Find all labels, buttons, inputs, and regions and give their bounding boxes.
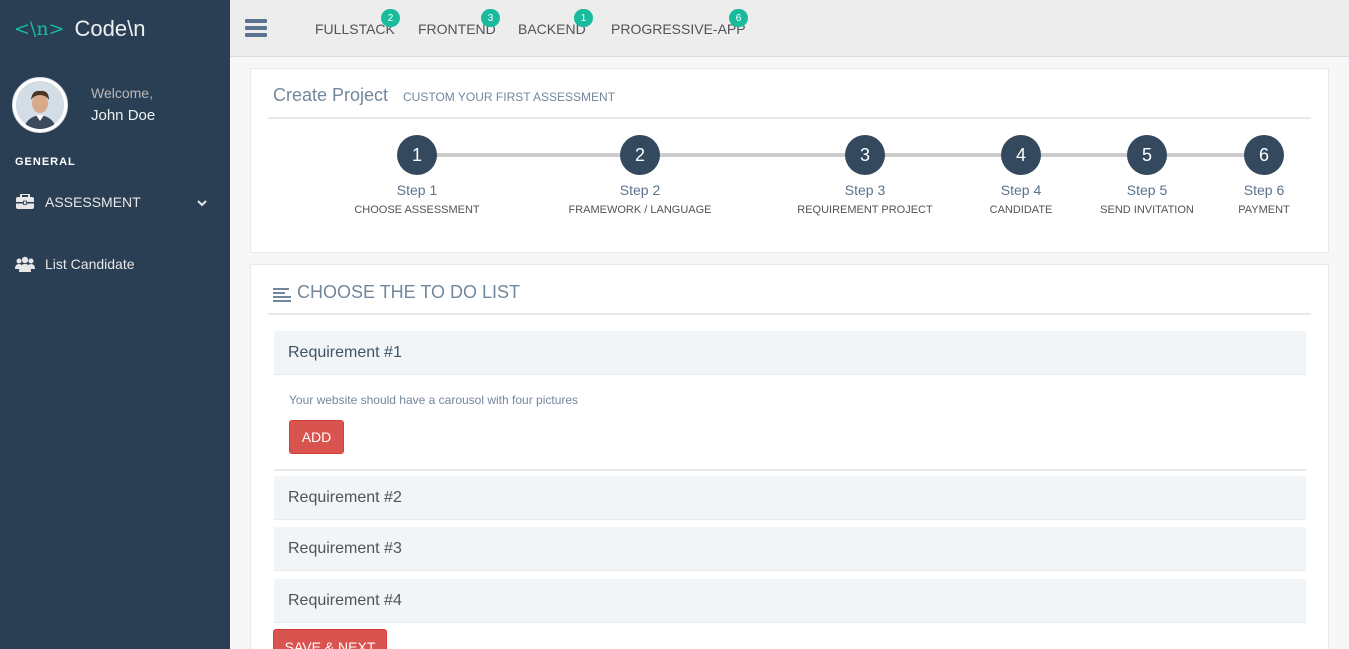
step-desc: FRAMEWORK / LANGUAGE — [568, 204, 712, 216]
requirement-title: Requirement #2 — [288, 488, 402, 506]
users-icon — [15, 256, 35, 272]
sidebar-item-label: ASSESSMENT — [45, 194, 141, 210]
step-label: Step 1 — [396, 182, 438, 198]
logo-text: Code\n — [74, 16, 146, 41]
menu-toggle-icon[interactable] — [245, 19, 267, 39]
divider — [268, 313, 1311, 315]
divider — [268, 117, 1311, 119]
logo-mark: <\n> — [14, 18, 65, 40]
requirement-title: Requirement #3 — [288, 539, 402, 557]
avatar-image — [16, 81, 64, 129]
tab-frontend[interactable]: FRONTEND 3 — [418, 9, 500, 37]
panel-subtitle: CUSTOM YOUR FIRST ASSESSMENT — [403, 90, 616, 104]
count-badge: 6 — [729, 9, 748, 27]
briefcase-icon — [15, 193, 35, 210]
requirement-header-3[interactable]: Requirement #3 — [274, 527, 1306, 571]
count-badge: 1 — [574, 9, 593, 27]
sidebar-item-label: List Candidate — [45, 256, 135, 272]
panel-title-text: CHOOSE THE TO DO LIST — [297, 282, 521, 302]
step-label: Step 3 — [844, 182, 886, 198]
step-number: 1 — [397, 135, 437, 175]
top-navbar: FULLSTACK 2 FRONTEND 3 BACKEND 1 PROGRES… — [230, 0, 1349, 57]
requirement-title: Requirement #4 — [288, 591, 402, 609]
requirement-header-1[interactable]: Requirement #1 — [274, 331, 1306, 375]
step-number: 5 — [1127, 135, 1167, 175]
avatar — [12, 77, 68, 133]
count-badge: 3 — [481, 9, 500, 27]
username: John Doe — [91, 106, 156, 124]
requirement-header-4[interactable]: Requirement #4 — [274, 579, 1306, 623]
app-logo[interactable]: <\n> Code\n — [14, 16, 145, 42]
requirement-header-2[interactable]: Requirement #2 — [274, 476, 1306, 520]
save-next-button[interactable]: SAVE & NEXT — [273, 629, 387, 649]
wizard-step-3[interactable]: 3 Step 3 REQUIREMENT PROJECT — [785, 135, 945, 216]
step-label: Step 6 — [1243, 182, 1285, 198]
align-left-icon — [273, 286, 291, 302]
step-number: 3 — [845, 135, 885, 175]
step-number: 2 — [620, 135, 660, 175]
step-number: 6 — [1244, 135, 1284, 175]
step-desc: CHOOSE ASSESSMENT — [354, 204, 480, 216]
requirement-body-1: Your website should have a carousol with… — [274, 375, 1306, 471]
panel-title: Create Project — [273, 85, 389, 105]
requirement-desc: Your website should have a carousol with… — [289, 393, 579, 407]
panel-title: CHOOSE THE TO DO LIST — [273, 282, 520, 303]
chevron-down-icon — [196, 195, 208, 211]
wizard-step-2[interactable]: 2 Step 2 FRAMEWORK / LANGUAGE — [560, 135, 720, 216]
requirement-title: Requirement #1 — [288, 343, 402, 361]
sidebar-item-list-candidate[interactable]: List Candidate — [0, 246, 230, 282]
create-project-panel: Create Project CUSTOM YOUR FIRST ASSESSM… — [250, 68, 1329, 253]
wizard-step-6[interactable]: 6 Step 6 PAYMENT — [1184, 135, 1344, 216]
menu-section-title: GENERAL — [15, 156, 76, 168]
count-badge: 2 — [381, 9, 400, 27]
sidebar-item-assessment[interactable]: ASSESSMENT — [0, 184, 230, 220]
sidebar: <\n> Code\n Welcome, John Doe GENERAL AS… — [0, 0, 230, 649]
tab-fullstack[interactable]: FULLSTACK 2 — [315, 9, 400, 37]
tab-label: PROGRESSIVE-APP — [611, 21, 746, 37]
step-label: Step 2 — [619, 182, 661, 198]
step-number: 4 — [1001, 135, 1041, 175]
welcome-text: Welcome, — [91, 84, 153, 101]
tab-progressive-app[interactable]: PROGRESSIVE-APP 6 — [611, 9, 748, 37]
todo-panel: CHOOSE THE TO DO LIST Requirement #1 You… — [250, 264, 1329, 649]
tab-backend[interactable]: BACKEND 1 — [518, 9, 593, 37]
wizard-step-1[interactable]: 1 Step 1 CHOOSE ASSESSMENT — [337, 135, 497, 216]
add-button[interactable]: ADD — [289, 420, 344, 454]
step-desc: REQUIREMENT PROJECT — [797, 204, 933, 216]
user-profile: Welcome, John Doe — [12, 77, 155, 133]
step-desc: PAYMENT — [1238, 204, 1290, 216]
